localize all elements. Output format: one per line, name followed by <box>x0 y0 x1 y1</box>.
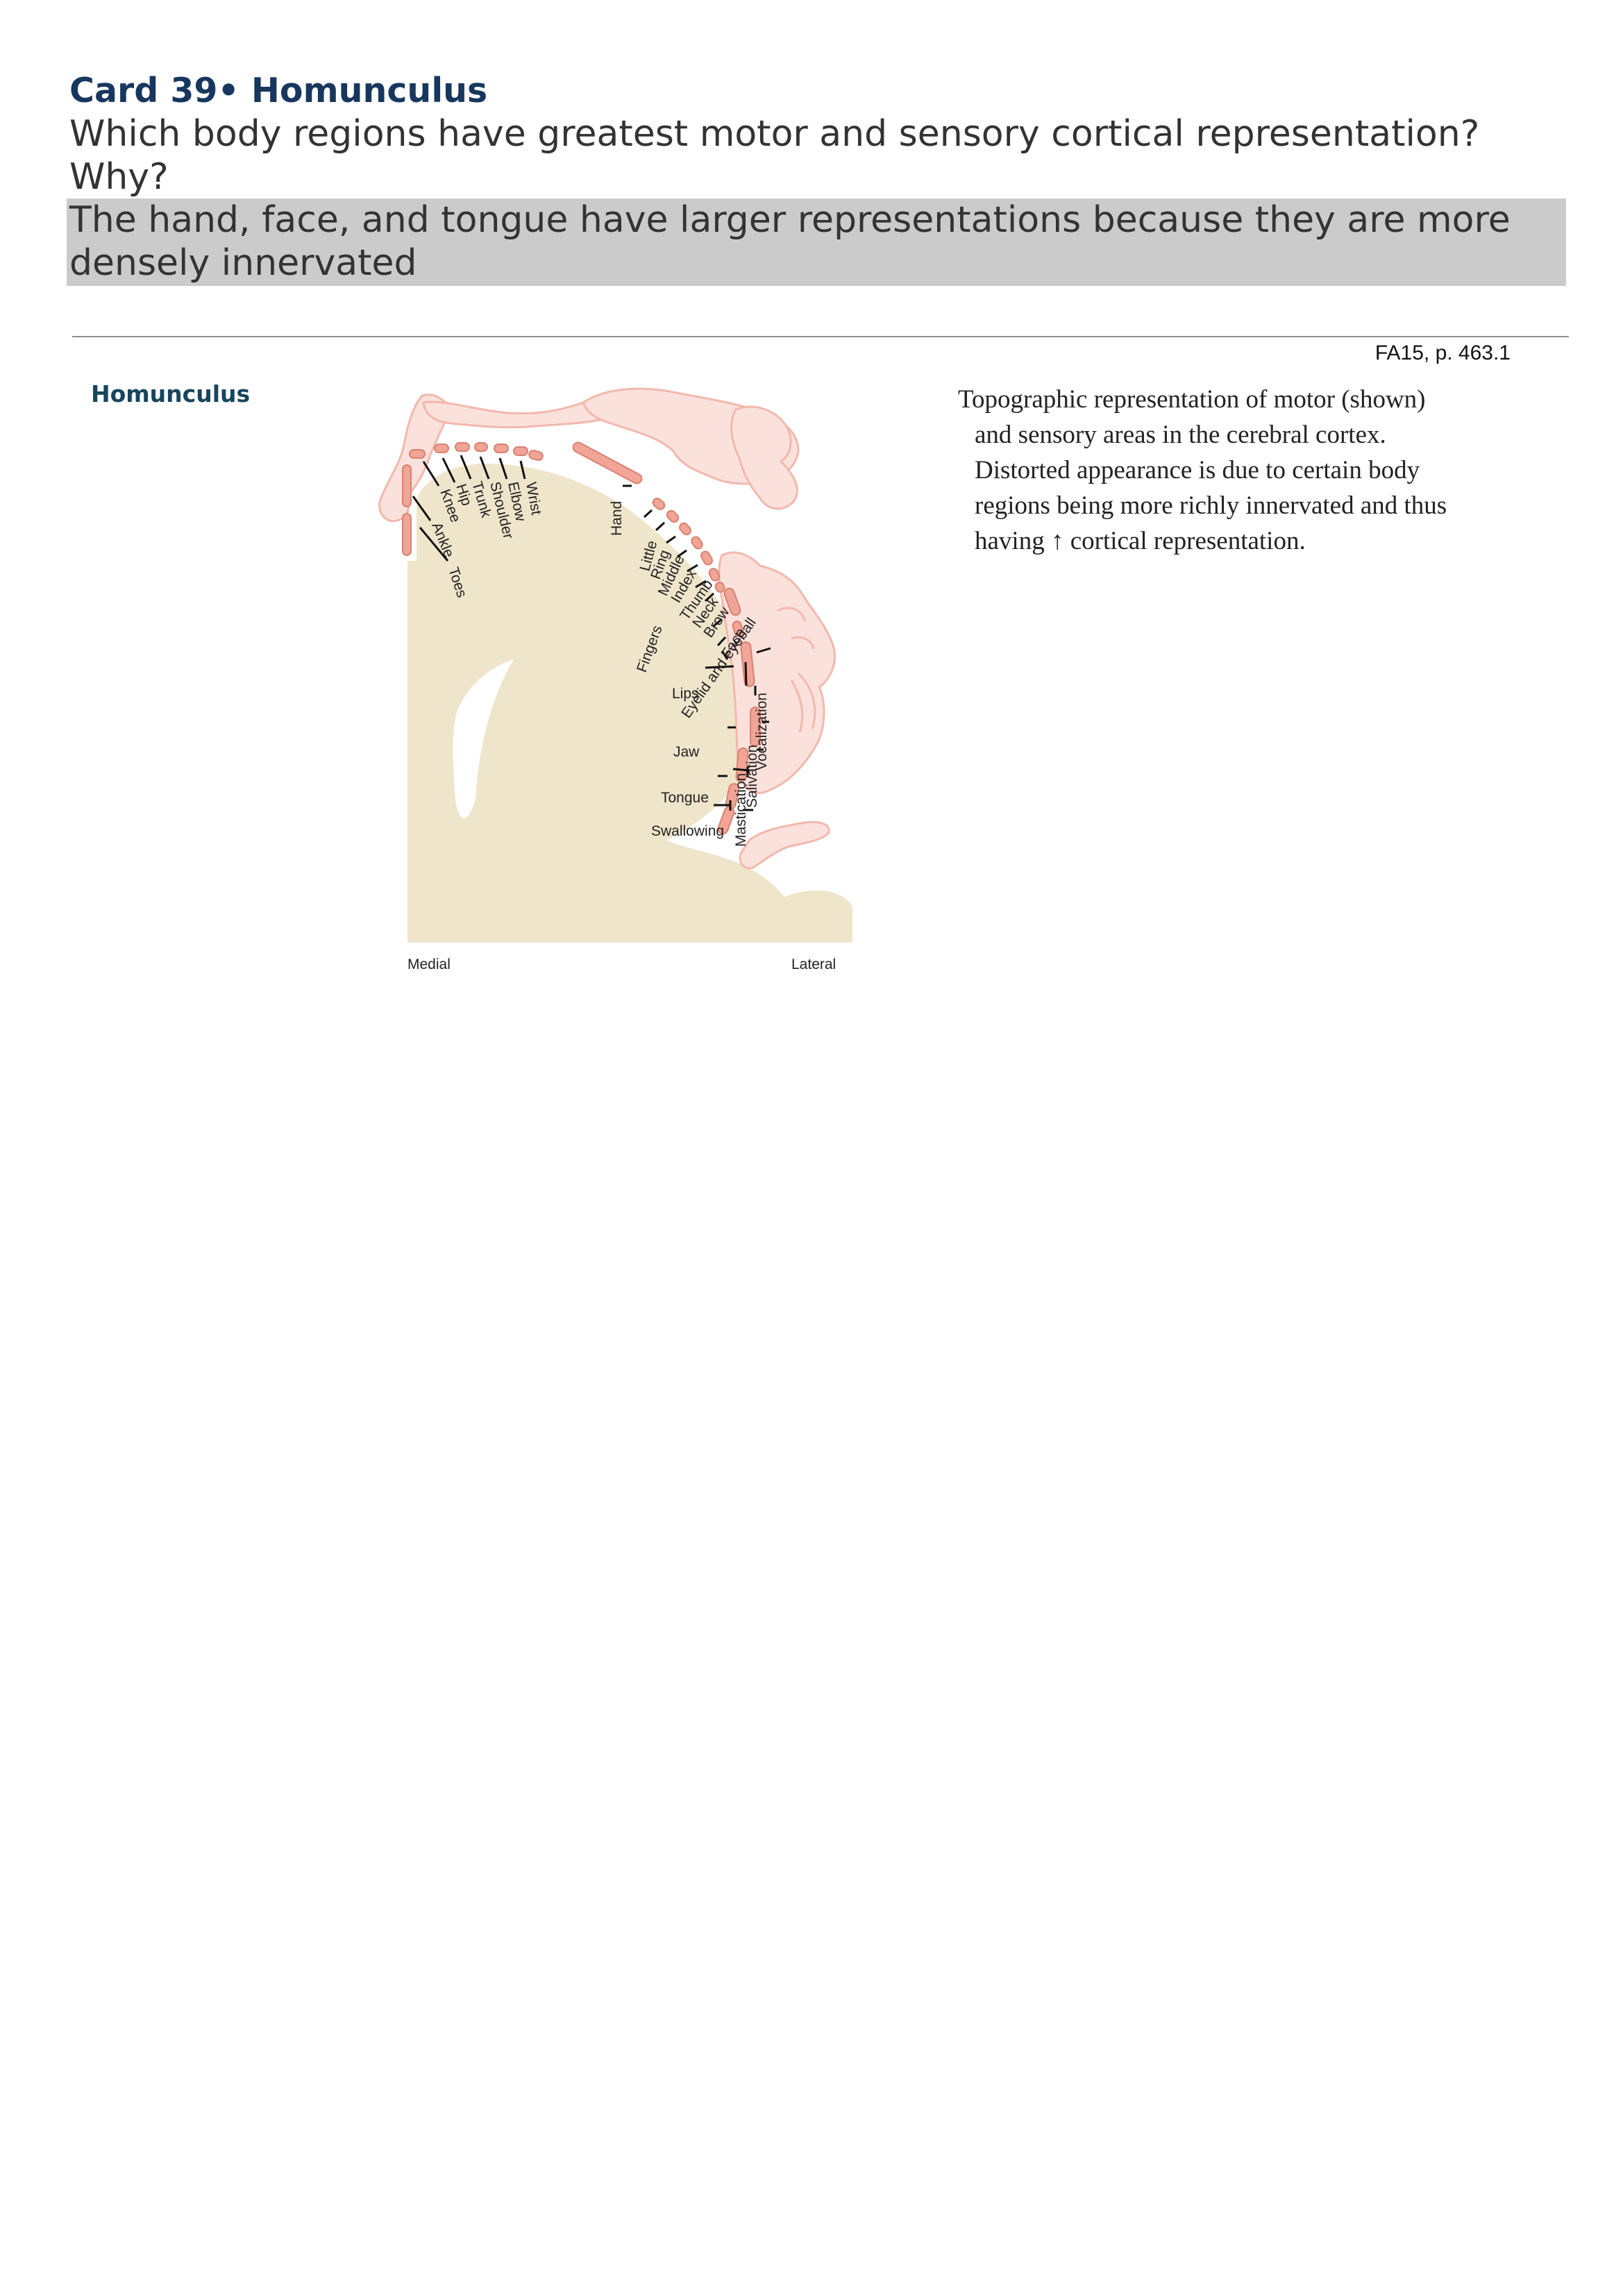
label-lips: Lips <box>672 686 699 702</box>
label-mastication: Mastication <box>733 773 749 847</box>
label-hand: Hand <box>609 501 625 536</box>
homunculus-figure: Toes Ankle Knee Hip Trunk Shoulder Elbow… <box>375 382 944 979</box>
label-tongue: Tongue <box>661 790 709 806</box>
card-answer: The hand, face, and tongue have larger r… <box>67 199 1566 286</box>
source-reference: FA15, p. 463.1 <box>1374 341 1511 364</box>
axis-label-medial: Medial <box>407 956 451 972</box>
divider <box>72 336 1569 337</box>
section-heading: Homunculus <box>91 380 251 407</box>
axis-label-lateral: Lateral <box>791 956 836 972</box>
card-question: Which body regions have greatest motor a… <box>69 113 1480 198</box>
up-arrow-icon: ↑ <box>1050 527 1064 555</box>
description-text: having <box>975 527 1051 555</box>
description-text: cortical representation. <box>1063 527 1306 555</box>
label-swallowing: Swallowing <box>651 823 724 839</box>
description-line: and sensory areas in the cerebral cortex… <box>975 421 1386 449</box>
label-jaw: Jaw <box>673 744 700 760</box>
description-line: having ↑ cortical representation. <box>958 523 1499 559</box>
description-line: Topographic representation of motor (sho… <box>958 385 1426 414</box>
description-line: regions being more richly innervated and… <box>975 491 1447 520</box>
card-title: Card 39• Homunculus <box>69 71 488 110</box>
homunculus-diagram: Toes Ankle Knee Hip Trunk Shoulder Elbow… <box>378 387 852 972</box>
section-description: Topographic representation of motor (sho… <box>958 382 1499 559</box>
description-line: Distorted appearance is due to certain b… <box>975 456 1420 484</box>
